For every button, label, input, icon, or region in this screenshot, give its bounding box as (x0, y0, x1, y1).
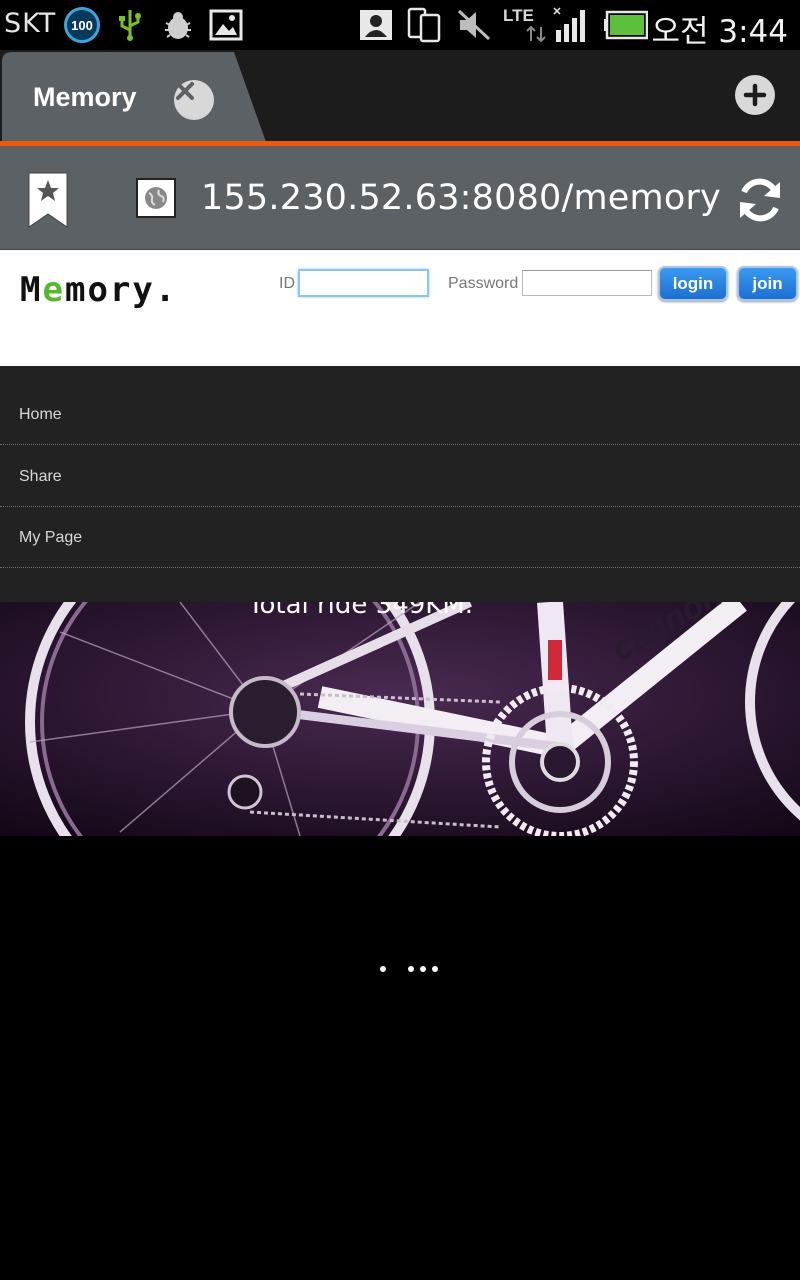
usb-icon (116, 7, 144, 43)
password-input[interactable] (522, 270, 652, 296)
login-button[interactable]: login (658, 266, 728, 301)
clock: 오전 3:44 (651, 14, 788, 50)
hero-image: cannondale Total ride 349KM. (0, 602, 800, 836)
mute-icon (456, 7, 492, 43)
carrier-label: SKT (4, 8, 57, 39)
nav-item-label: Home (19, 406, 62, 423)
status-bar: SKT 100 LTE 오전 3:44 (0, 0, 800, 50)
battery-icon (604, 7, 648, 43)
url-field[interactable]: 155.230.52.63:8080/memory (201, 178, 721, 218)
bookmark-icon (28, 172, 68, 228)
loading-dots-icon (380, 966, 438, 972)
tab-title: Memory (33, 82, 137, 112)
id-label: ID (279, 275, 295, 292)
nav-item-home[interactable]: Home (0, 383, 800, 445)
svg-text:LTE: LTE (503, 6, 534, 25)
new-tab-button[interactable] (735, 75, 775, 115)
globe-icon (145, 187, 167, 209)
close-icon (176, 82, 194, 100)
close-tab-button[interactable] (174, 80, 214, 120)
contact-icon (358, 7, 394, 43)
gallery-icon (208, 7, 244, 43)
tab-memory[interactable]: Memory (2, 52, 266, 142)
refresh-icon (740, 178, 780, 222)
url-bar: 155.230.52.63:8080/memory (0, 146, 800, 250)
site-header: Memory. ID Password login join (0, 250, 800, 366)
hero-caption: Total ride 349KM. (248, 602, 474, 620)
site-favicon (136, 178, 176, 218)
nav-item-label: Share (19, 468, 62, 485)
nav-item-share[interactable]: Share (0, 445, 800, 507)
loading-indicator (376, 962, 446, 976)
debug-icon (160, 7, 196, 43)
id-input[interactable] (298, 269, 429, 297)
nav-menu: Home Share My Page (0, 366, 800, 602)
refresh-button[interactable] (734, 174, 786, 226)
signal-icon (552, 7, 592, 43)
battery-100-icon: 100 (64, 7, 100, 43)
bookmark-button[interactable] (28, 172, 68, 228)
lte-icon: LTE (500, 6, 550, 43)
nav-item-label: My Page (19, 529, 83, 546)
tab-strip: Memory (0, 50, 800, 146)
bicycle-image: cannondale (0, 602, 800, 836)
nav-item-my-page[interactable]: My Page (0, 507, 800, 568)
password-label: Password (448, 275, 519, 292)
join-button[interactable]: join (737, 266, 798, 301)
site-logo[interactable]: Memory. (20, 270, 177, 310)
plus-icon (743, 83, 767, 107)
phone-icon (406, 7, 442, 43)
